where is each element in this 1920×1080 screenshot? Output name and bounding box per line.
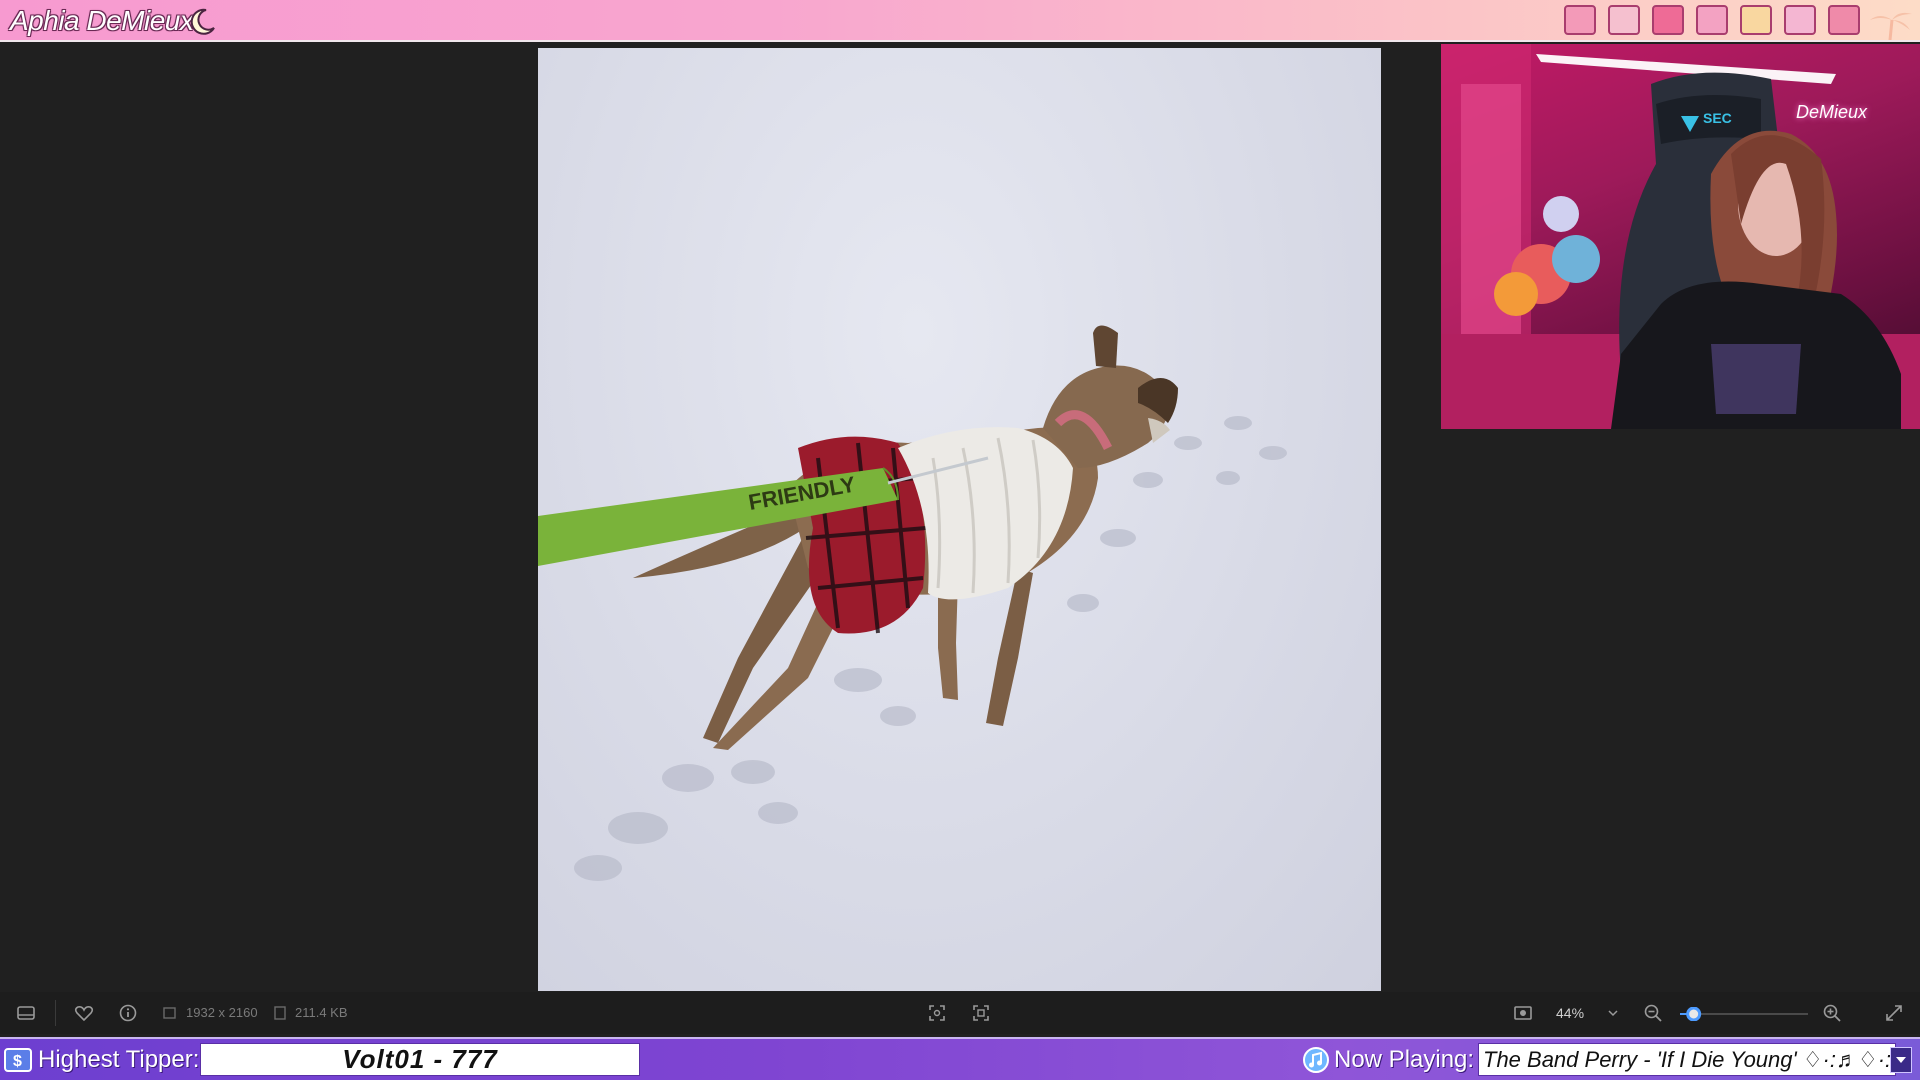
filmstrip-icon[interactable]: [16, 1003, 36, 1023]
chevron-down-icon: [1608, 1010, 1618, 1017]
fit-to-window-icon[interactable]: [927, 1003, 947, 1023]
svg-text:$: $: [13, 1053, 22, 1070]
image-dimensions: 1932 x 2160: [186, 1005, 258, 1020]
crescent-moon-icon: [190, 8, 215, 35]
fullscreen-icon[interactable]: [1884, 1003, 1904, 1023]
screenshot-icon[interactable]: [1513, 1003, 1533, 1023]
music-note-icon: [1303, 1047, 1329, 1073]
zoom-out-icon[interactable]: [1643, 1003, 1663, 1023]
zoom-slider-thumb[interactable]: [1686, 1007, 1702, 1021]
toolbar-separator: [55, 1000, 56, 1026]
open-book-icon: [1784, 5, 1816, 35]
heart-icon[interactable]: [74, 1003, 94, 1023]
dimensions-icon: [163, 1007, 176, 1019]
now-playing-label: Now Playing:: [1334, 1046, 1475, 1073]
now-playing-dropdown[interactable]: [1890, 1047, 1912, 1073]
highest-tipper-label: Highest Tipper:: [38, 1046, 200, 1073]
chevron-down-icon: [1896, 1057, 1906, 1063]
keyboard-icon: [1828, 5, 1860, 35]
dollar-icon: $: [4, 1048, 32, 1072]
highest-tipper-value: Volt01 - 777: [200, 1043, 640, 1076]
chart-icon: [1740, 5, 1772, 35]
zoom-value: 44%: [1556, 1005, 1585, 1021]
neon-sign: DeMieux: [1796, 102, 1868, 122]
stream-top-bar: Aphia DeMieux: [0, 0, 1920, 42]
zoom-dropdown[interactable]: 44%: [1550, 999, 1628, 1027]
info-icon[interactable]: [118, 1003, 138, 1023]
stream-bottom-bar: $ Highest Tipper: Volt01 - 777 Now Playi…: [0, 1037, 1920, 1080]
viewed-photo[interactable]: FRIENDLY: [538, 48, 1381, 991]
book-icon: [1652, 5, 1684, 35]
file-size-icon: [274, 1006, 286, 1020]
zoom-in-icon[interactable]: [1822, 1003, 1842, 1023]
actual-size-icon[interactable]: [971, 1003, 991, 1023]
eraser-icon: [1564, 5, 1596, 35]
notepad-icon: [1608, 5, 1640, 35]
webcam-feed: DeMieux SEC: [1441, 44, 1920, 429]
now-playing-value: The Band Perry - 'If I Die Young' ♢·:♬♢·…: [1478, 1043, 1896, 1076]
file-size: 211.4 KB: [295, 1005, 348, 1020]
gem-icon: [1696, 5, 1728, 35]
zoom-slider[interactable]: [1680, 1007, 1808, 1021]
viewer-toolbar: 1932 x 2160 211.4 KB 44%: [0, 992, 1920, 1034]
overlay-icon-row: [1564, 5, 1860, 35]
chair-brand: SEC: [1703, 110, 1732, 126]
streamer-name: Aphia DeMieux: [10, 5, 194, 36]
palm-tree-icon: [1870, 12, 1912, 40]
